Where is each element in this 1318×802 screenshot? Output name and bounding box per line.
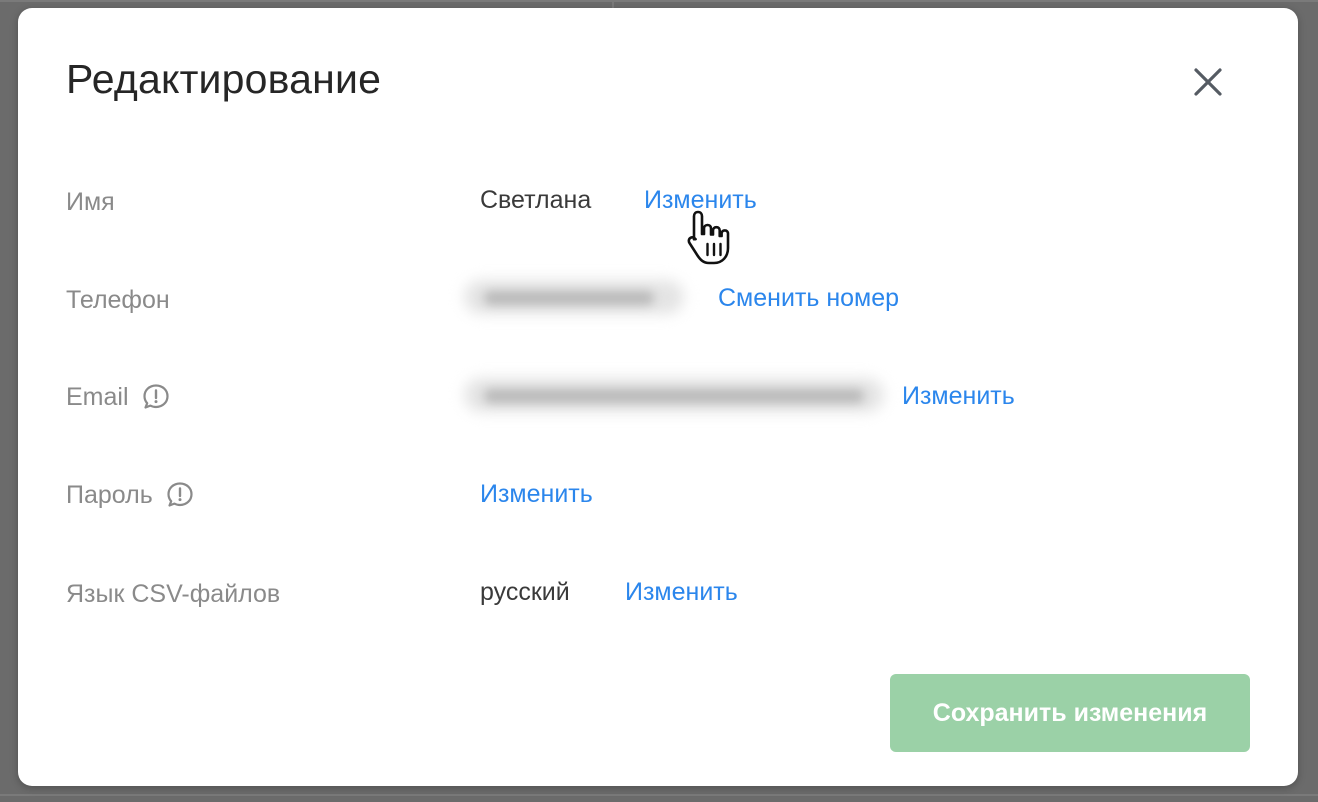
dialog-title: Редактирование (66, 56, 382, 102)
name-label-text: Имя (66, 188, 115, 216)
info-bubble-icon[interactable] (141, 382, 171, 412)
csv-language-value: русский (480, 578, 570, 606)
name-value: Светлана (480, 186, 592, 214)
csv-language-label: Язык CSV-файлов (66, 580, 280, 609)
password-label-text: Пароль (66, 480, 153, 509)
edit-profile-dialog: Редактирование Имя Светлана Изменить Тел… (18, 8, 1298, 786)
background-divider (0, 794, 1318, 796)
change-email-link[interactable]: Изменить (902, 382, 1015, 411)
info-bubble-icon[interactable] (165, 480, 195, 510)
change-phone-link[interactable]: Сменить номер (718, 284, 899, 313)
email-label-text: Email (66, 382, 129, 411)
csv-language-label-text: Язык CSV-файлов (66, 580, 281, 608)
change-name-link[interactable]: Изменить (644, 186, 757, 215)
phone-value-blur-text (484, 291, 654, 305)
name-label: Имя (66, 188, 115, 217)
save-changes-button[interactable]: Сохранить изменения (890, 674, 1250, 752)
background-divider (0, 0, 1318, 2)
email-label: Email (66, 382, 171, 412)
phone-label-text: Телефон (66, 286, 170, 314)
close-button[interactable] (1186, 60, 1230, 104)
email-value-blur-text (484, 389, 864, 403)
phone-label: Телефон (66, 286, 170, 315)
change-csv-language-link[interactable]: Изменить (625, 578, 738, 607)
change-password-link[interactable]: Изменить (480, 480, 593, 509)
close-icon (1194, 68, 1222, 96)
password-label: Пароль (66, 480, 195, 510)
background-divider (612, 0, 614, 8)
